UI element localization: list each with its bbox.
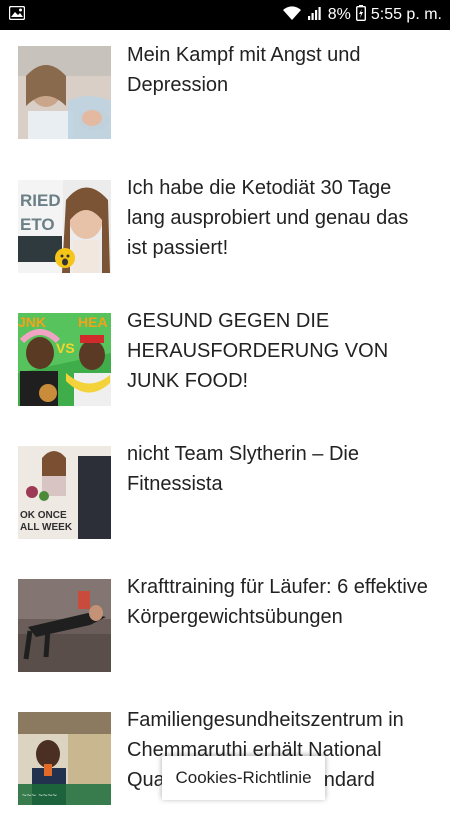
article-title[interactable]: nicht Team Slytherin – Die Fitnessista bbox=[127, 439, 432, 499]
image-notification-icon bbox=[8, 5, 26, 25]
status-right: 8% 5:55 p. m. bbox=[282, 5, 442, 25]
article-thumbnail[interactable] bbox=[18, 46, 111, 139]
svg-text:VS: VS bbox=[56, 340, 75, 356]
article-item[interactable]: Mein Kampf mit Angst und Depression bbox=[0, 30, 450, 163]
svg-text:ALL WEEK: ALL WEEK bbox=[20, 522, 73, 533]
svg-text:OK ONCE: OK ONCE bbox=[20, 510, 67, 521]
article-thumbnail[interactable]: RIED ETO bbox=[18, 180, 111, 273]
article-item[interactable]: OK ONCE ALL WEEK nicht Team Slytherin – … bbox=[0, 429, 450, 562]
article-item[interactable]: JNK HEA VS GESUND GEGEN DIE HERAUSFORDER… bbox=[0, 296, 450, 429]
cookie-policy-button[interactable]: Cookies-Richtlinie bbox=[162, 756, 325, 800]
article-title[interactable]: Krafttraining für Läufer: 6 effektive Kö… bbox=[127, 572, 432, 632]
svg-text:ETO: ETO bbox=[20, 215, 55, 234]
article-thumbnail[interactable]: ~~~ ~~~~ bbox=[18, 712, 111, 805]
status-left bbox=[8, 5, 26, 25]
article-thumbnail[interactable]: OK ONCE ALL WEEK bbox=[18, 446, 111, 539]
wifi-icon bbox=[282, 5, 302, 25]
article-thumbnail[interactable] bbox=[18, 579, 111, 672]
article-item[interactable]: RIED ETO Ich habe die Ketodiät 30 Tage l… bbox=[0, 163, 450, 296]
article-title[interactable]: Mein Kampf mit Angst und Depression bbox=[127, 40, 432, 100]
battery-percent: 8% bbox=[327, 6, 351, 23]
article-item[interactable]: Krafttraining für Läufer: 6 effektive Kö… bbox=[0, 562, 450, 695]
article-thumbnail[interactable]: JNK HEA VS bbox=[18, 313, 111, 406]
svg-text:JNK: JNK bbox=[18, 314, 46, 330]
svg-text:RIED: RIED bbox=[20, 191, 61, 210]
clock: 5:55 p. m. bbox=[370, 6, 442, 23]
article-title[interactable]: GESUND GEGEN DIE HERAUSFORDERUNG VON JUN… bbox=[127, 306, 432, 396]
battery-icon bbox=[355, 5, 366, 25]
status-bar: 8% 5:55 p. m. bbox=[0, 0, 450, 30]
svg-text:HEA: HEA bbox=[78, 314, 108, 330]
signal-icon bbox=[307, 5, 323, 25]
svg-text:~~~ ~~~~: ~~~ ~~~~ bbox=[22, 791, 57, 800]
article-title[interactable]: Ich habe die Ketodiät 30 Tage lang auspr… bbox=[127, 173, 432, 263]
